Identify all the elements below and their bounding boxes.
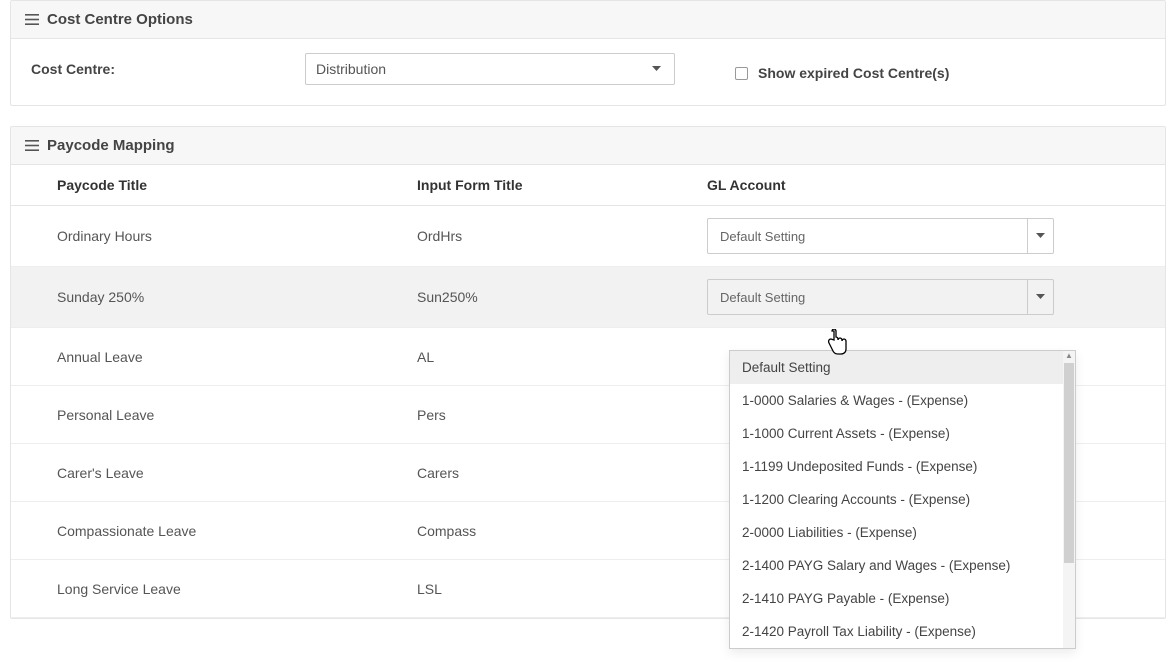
paycode-panel-title: Paycode Mapping: [47, 137, 175, 154]
chevron-down-icon: [648, 61, 664, 77]
gl-account-cell: Default Setting: [707, 279, 1165, 315]
gl-account-select-value: Default Setting: [708, 219, 1027, 253]
gl-account-select[interactable]: Default Setting: [707, 279, 1054, 315]
dropdown-option[interactable]: 2-1420 Payroll Tax Liability - (Expense): [730, 615, 1063, 648]
gl-account-select[interactable]: Default Setting: [707, 218, 1054, 254]
cost-centre-panel-header: Cost Centre Options: [11, 1, 1165, 39]
col-input-form: Input Form Title: [417, 177, 707, 193]
table-row: Ordinary HoursOrdHrsDefault Setting: [11, 206, 1165, 267]
cost-centre-select-value: Distribution: [316, 61, 386, 77]
cost-centre-select[interactable]: Distribution: [305, 53, 675, 85]
gl-account-dropdown[interactable]: Default Setting1-0000 Salaries & Wages -…: [729, 350, 1076, 649]
dropdown-scrollbar[interactable]: ▲: [1063, 351, 1075, 648]
gl-account-cell: Default Setting: [707, 218, 1165, 254]
input-form-cell: LSL: [417, 581, 707, 597]
dropdown-option[interactable]: 1-1199 Undeposited Funds - (Expense): [730, 450, 1063, 483]
paycode-title-cell: Annual Leave: [57, 349, 417, 365]
dropdown-option[interactable]: 2-1410 PAYG Payable - (Expense): [730, 582, 1063, 615]
paycode-title-cell: Ordinary Hours: [57, 228, 417, 244]
input-form-cell: OrdHrs: [417, 228, 707, 244]
dropdown-option[interactable]: Default Setting: [730, 351, 1063, 384]
menu-icon: [25, 14, 39, 25]
scrollbar-thumb[interactable]: [1064, 363, 1074, 563]
dropdown-option[interactable]: 2-0000 Liabilities - (Expense): [730, 516, 1063, 549]
gl-account-select-value: Default Setting: [708, 280, 1027, 314]
scroll-up-icon[interactable]: ▲: [1065, 351, 1073, 361]
paycode-title-cell: Long Service Leave: [57, 581, 417, 597]
dropdown-option[interactable]: 1-1200 Clearing Accounts - (Expense): [730, 483, 1063, 516]
input-form-cell: Carers: [417, 465, 707, 481]
input-form-cell: Compass: [417, 523, 707, 539]
paycode-title-cell: Sunday 250%: [57, 289, 417, 305]
paycode-title-cell: Personal Leave: [57, 407, 417, 423]
paycode-panel-header: Paycode Mapping: [11, 127, 1165, 165]
cost-centre-label: Cost Centre:: [25, 61, 275, 77]
dropdown-option[interactable]: 1-0000 Salaries & Wages - (Expense): [730, 384, 1063, 417]
dropdown-option[interactable]: 1-1000 Current Assets - (Expense): [730, 417, 1063, 450]
col-paycode-title: Paycode Title: [57, 177, 417, 193]
show-expired-checkbox[interactable]: [735, 67, 748, 80]
col-gl-account: GL Account: [707, 177, 1165, 193]
cost-centre-options-panel: Cost Centre Options Cost Centre: Distrib…: [10, 0, 1166, 106]
cost-centre-panel-title: Cost Centre Options: [47, 11, 193, 28]
show-expired-label: Show expired Cost Centre(s): [758, 65, 949, 81]
paycode-title-cell: Compassionate Leave: [57, 523, 417, 539]
chevron-down-icon: [1027, 219, 1053, 253]
table-header: Paycode Title Input Form Title GL Accoun…: [11, 165, 1165, 206]
input-form-cell: Pers: [417, 407, 707, 423]
menu-icon: [25, 140, 39, 151]
dropdown-option[interactable]: 2-1400 PAYG Salary and Wages - (Expense): [730, 549, 1063, 582]
input-form-cell: Sun250%: [417, 289, 707, 305]
input-form-cell: AL: [417, 349, 707, 365]
chevron-down-icon: [1027, 280, 1053, 314]
table-row: Sunday 250%Sun250%Default Setting: [11, 267, 1165, 328]
paycode-title-cell: Carer's Leave: [57, 465, 417, 481]
